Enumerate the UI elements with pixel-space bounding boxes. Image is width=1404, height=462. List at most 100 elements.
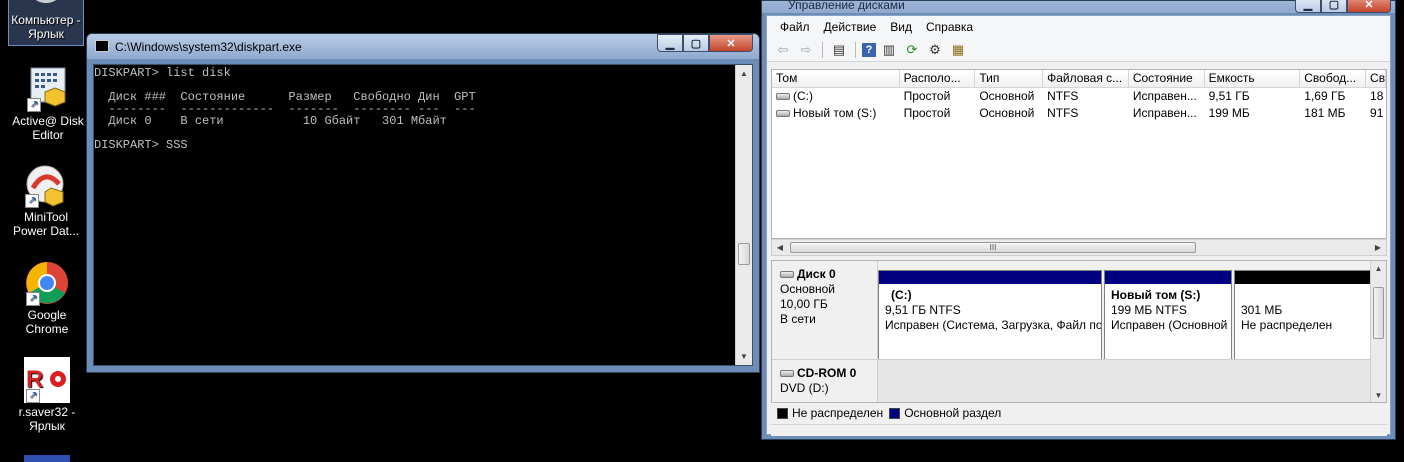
disk-graphical-view[interactable]: Диск 0 Основной 10,00 ГБ В сети (C:) 9,5… — [771, 260, 1387, 403]
disk0-header[interactable]: Диск 0 Основной 10,00 ГБ В сети — [772, 261, 878, 359]
menu-bar: Файл Действие Вид Справка — [767, 16, 1390, 38]
console-tree-icon[interactable]: ▤ — [829, 41, 849, 59]
drive-icon — [776, 110, 790, 118]
partition-info: 301 МБ — [1241, 303, 1283, 317]
forward-arrow-icon[interactable]: ⇨ — [796, 41, 816, 59]
scrollbar-thumb[interactable] — [738, 243, 750, 265]
graphical-view-scrollbar[interactable]: ▲ ▼ — [1370, 261, 1386, 402]
toolbar-divider — [855, 41, 856, 58]
window-title: Управление дисками — [788, 0, 905, 12]
scroll-up-arrow-icon[interactable]: ▲ — [736, 65, 752, 82]
volume-name: Новый том (S:) — [793, 106, 877, 120]
rsaver-icon: R ↗ — [24, 357, 70, 403]
scroll-up-arrow-icon[interactable]: ▲ — [1371, 261, 1386, 277]
shortcut-arrow-icon: ↗ — [25, 194, 39, 208]
column-header-capacity[interactable]: Емкость — [1205, 70, 1301, 87]
table-cell: Исправен... — [1132, 89, 1197, 103]
volume-name-cell: (C:) — [772, 88, 900, 105]
table-row[interactable]: (C:) Простой Основной NTFS Исправен... 9… — [772, 88, 1386, 105]
status-bar — [771, 424, 1387, 436]
table-cell: Основной — [979, 89, 1035, 103]
maximize-button[interactable]: ▢ — [1321, 0, 1347, 13]
partition-s[interactable]: Новый том (S:) 199 МБ NTFS Исправен (Осн… — [1104, 270, 1232, 361]
menu-view[interactable]: Вид — [883, 20, 919, 34]
menu-action[interactable]: Действие — [817, 20, 884, 34]
scroll-right-arrow-icon[interactable]: ▶ — [1370, 240, 1386, 255]
scrollbar-thumb[interactable]: III — [790, 242, 1196, 253]
partition-info: 199 МБ NTFS — [1111, 303, 1187, 317]
close-button[interactable]: ✕ — [1347, 0, 1391, 13]
desktop-icon-partial[interactable] — [24, 455, 70, 462]
table-cell: 181 МБ — [1304, 106, 1346, 120]
shortcut-arrow-icon: ↗ — [26, 292, 40, 306]
minimize-icon: ▁ — [665, 37, 675, 50]
column-header-free[interactable]: Свобод... — [1300, 70, 1367, 87]
export-icon[interactable]: ▦ — [948, 41, 968, 59]
partition-name: (C:) — [891, 288, 912, 302]
close-icon: ✕ — [726, 37, 736, 50]
desktop-icon-minitool[interactable]: ↗ MiniTool Power Dat... — [8, 162, 84, 238]
shortcut-arrow-icon: ↗ — [27, 98, 41, 112]
help-icon[interactable]: ? — [862, 42, 876, 57]
desktop-icon-rsaver[interactable]: R ↗ r.saver32 - Ярлык — [9, 357, 85, 433]
close-button[interactable]: ✕ — [709, 34, 753, 52]
column-header-filesystem[interactable]: Файловая с... — [1043, 70, 1129, 87]
back-arrow-icon[interactable]: ⇦ — [773, 41, 793, 59]
partition-unallocated[interactable]: 301 МБ Не распределен — [1234, 270, 1374, 361]
legend-item-unallocated: Не распределен — [777, 406, 883, 420]
settings-icon[interactable]: ⚙ — [925, 41, 945, 59]
diskpart-window[interactable]: C:\Windows\system32\diskpart.exe ▁ ▢ ✕ D… — [86, 33, 760, 373]
volume-list-hscrollbar[interactable]: ◀ III ▶ — [771, 239, 1387, 256]
scrollbar-thumb[interactable] — [1373, 287, 1384, 339]
desktop-icon-label: Компьютер - Ярлык — [11, 13, 81, 41]
partition-c[interactable]: (C:) 9,51 ГБ NTFS Исправен (Система, Заг… — [878, 270, 1102, 361]
partition-status: Исправен (Система, Загрузка, Файл по — [885, 318, 1101, 332]
table-row[interactable]: Новый том (S:) Простой Основной NTFS Исп… — [772, 105, 1386, 122]
column-header-volume[interactable]: Том — [772, 70, 900, 87]
console-icon — [95, 40, 109, 52]
table-cell: Исправен... — [1132, 106, 1197, 120]
console-output[interactable]: DISKPART> list disk Диск ### Состояние Р… — [93, 64, 753, 366]
column-header-status[interactable]: Состояние — [1129, 70, 1205, 87]
refresh-icon[interactable]: ⟳ — [902, 41, 922, 59]
cdrom-area — [878, 359, 1373, 402]
scroll-down-arrow-icon[interactable]: ▼ — [1371, 388, 1386, 402]
desktop-icon-google-chrome[interactable]: ↗ Google Chrome — [9, 260, 85, 336]
table-cell: Простой — [903, 89, 951, 103]
minimize-button[interactable]: ▁ — [657, 34, 683, 52]
minimize-button[interactable]: ▁ — [1295, 0, 1321, 13]
disk0-status: В сети — [780, 312, 816, 326]
scroll-left-arrow-icon[interactable]: ◀ — [772, 240, 788, 255]
table-cell: NTFS — [1047, 89, 1079, 103]
cdrom-header[interactable]: CD-ROM 0 DVD (D:) — [772, 359, 878, 402]
partition-info: 9,51 ГБ NTFS — [885, 303, 961, 317]
legend-label: Основной раздел — [904, 406, 1002, 420]
window-titlebar[interactable]: C:\Windows\system32\diskpart.exe ▁ ▢ ✕ — [87, 34, 759, 59]
desktop-icon-active-disk-editor[interactable]: ↗ Active@ Disk Editor — [10, 66, 86, 142]
volume-name: (C:) — [793, 89, 813, 103]
window-titlebar[interactable]: Управление дисками ▁ ▢ ✕ — [762, 0, 1395, 13]
cdrom-type: DVD (D:) — [780, 381, 829, 395]
desktop-icon-label: r.saver32 - Ярлык — [18, 405, 76, 433]
maximize-button[interactable]: ▢ — [683, 34, 709, 52]
scroll-down-arrow-icon[interactable]: ▼ — [736, 348, 752, 365]
computer-icon — [23, 0, 69, 11]
table-cell: 18 — [1370, 89, 1384, 103]
column-header-free-percent[interactable]: Сво — [1366, 70, 1386, 87]
table-cell: Основной — [979, 106, 1035, 120]
menu-file[interactable]: Файл — [773, 20, 817, 34]
desktop-icon-computer[interactable]: Компьютер - Ярлык — [8, 0, 84, 46]
menu-help[interactable]: Справка — [919, 20, 980, 34]
cdrom-icon — [780, 370, 794, 378]
maximize-icon: ▢ — [1328, 0, 1340, 11]
partition-bar — [1105, 271, 1231, 284]
console-scrollbar[interactable]: ▲ ▼ — [735, 65, 752, 365]
column-header-type[interactable]: Тип — [975, 70, 1044, 87]
properties-icon[interactable]: ▥ — [879, 41, 899, 59]
column-header-layout[interactable]: Располо... — [900, 70, 976, 87]
disk-icon — [780, 271, 794, 279]
disk-management-window[interactable]: Управление дисками ▁ ▢ ✕ Файл Действие В… — [761, 0, 1396, 440]
volume-list[interactable]: Том Располо... Тип Файловая с... Состоян… — [771, 69, 1387, 239]
toolbar: ⇦ ⇨ ▤ ? ▥ ⟳ ⚙ ▦ — [767, 38, 1390, 62]
table-cell: 9,51 ГБ — [1208, 89, 1250, 103]
